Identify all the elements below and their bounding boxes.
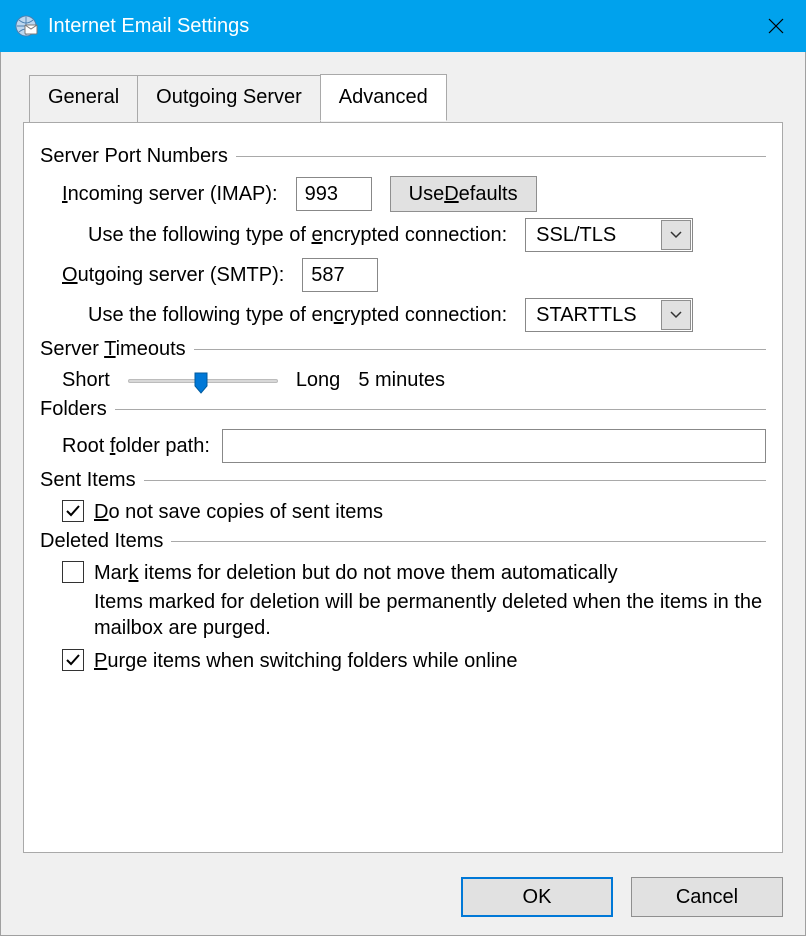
group-title: Sent Items [40,469,136,492]
chevron-down-icon [661,220,691,250]
titlebar: Internet Email Settings [0,0,806,52]
dont-save-sent-label: Do not save copies of sent items [94,500,383,524]
root-folder-input[interactable] [222,429,766,463]
tab-panel-advanced: Server Port Numbers Incoming server (IMA… [23,122,783,853]
group-server-timeouts: Server Timeouts [40,338,766,361]
tab-advanced[interactable]: Advanced [320,74,447,121]
mark-for-deletion-checkbox[interactable] [62,561,84,583]
group-folders: Folders [40,398,766,421]
tab-strip: General Outgoing Server Advanced [1,52,805,121]
incoming-encryption-select[interactable]: SSL/TLS [525,218,693,252]
row-mark-for-deletion: Mark items for deletion but do not move … [40,561,766,585]
purge-label: Purge items when switching folders while… [94,649,518,673]
row-root-folder: Root folder path: [40,429,766,463]
row-outgoing-server: Outgoing server (SMTP): [40,258,766,292]
group-title: Server Timeouts [40,338,186,361]
row-incoming-server: Incoming server (IMAP): Use Defaults [40,176,766,212]
timeout-value: 5 minutes [358,369,445,392]
row-incoming-encryption: Use the following type of encrypted conn… [40,218,766,252]
close-button[interactable] [746,0,806,52]
timeout-short-label: Short [62,369,110,392]
outgoing-encryption-label: Use the following type of encrypted conn… [88,304,507,327]
dialog-body: General Outgoing Server Advanced Server … [0,52,806,936]
window-title: Internet Email Settings [48,15,746,38]
outgoing-server-label: Outgoing server (SMTP): [62,264,284,287]
dont-save-sent-checkbox[interactable] [62,500,84,522]
divider [236,156,766,157]
row-purge-when-switching: Purge items when switching folders while… [40,649,766,673]
group-server-port-numbers: Server Port Numbers [40,145,766,168]
dialog-footer: OK Cancel [461,877,783,917]
slider-thumb [194,372,208,394]
divider [194,349,766,350]
tab-outgoing-server[interactable]: Outgoing Server [137,75,321,122]
group-sent-items: Sent Items [40,469,766,492]
row-dont-save-sent: Do not save copies of sent items [40,500,766,524]
row-outgoing-encryption: Use the following type of encrypted conn… [40,298,766,332]
use-defaults-button[interactable]: Use Defaults [390,176,537,212]
row-timeout-slider: Short Long 5 minutes [40,369,766,392]
close-icon [767,17,785,35]
check-icon [65,652,81,668]
incoming-encryption-label: Use the following type of encrypted conn… [88,224,507,247]
purge-checkbox[interactable] [62,649,84,671]
app-icon [12,12,40,40]
divider [115,409,766,410]
tab-general[interactable]: General [29,75,138,122]
group-title: Server Port Numbers [40,145,228,168]
cancel-button[interactable]: Cancel [631,877,783,917]
mark-for-deletion-label: Mark items for deletion but do not move … [94,561,618,585]
root-folder-label: Root folder path: [62,435,210,458]
incoming-server-label: Incoming server (IMAP): [62,183,278,206]
divider [171,541,766,542]
incoming-port-input[interactable] [296,177,372,211]
group-title: Deleted Items [40,530,163,553]
divider [144,480,766,481]
outgoing-port-input[interactable] [302,258,378,292]
group-deleted-items: Deleted Items [40,530,766,553]
timeout-slider[interactable] [128,370,278,392]
ok-button[interactable]: OK [461,877,613,917]
chevron-down-icon [661,300,691,330]
timeout-long-label: Long [296,369,341,392]
mark-deletion-note: Items marked for deletion will be perman… [40,589,766,641]
check-icon [65,503,81,519]
outgoing-encryption-select[interactable]: STARTTLS [525,298,693,332]
group-title: Folders [40,398,107,421]
